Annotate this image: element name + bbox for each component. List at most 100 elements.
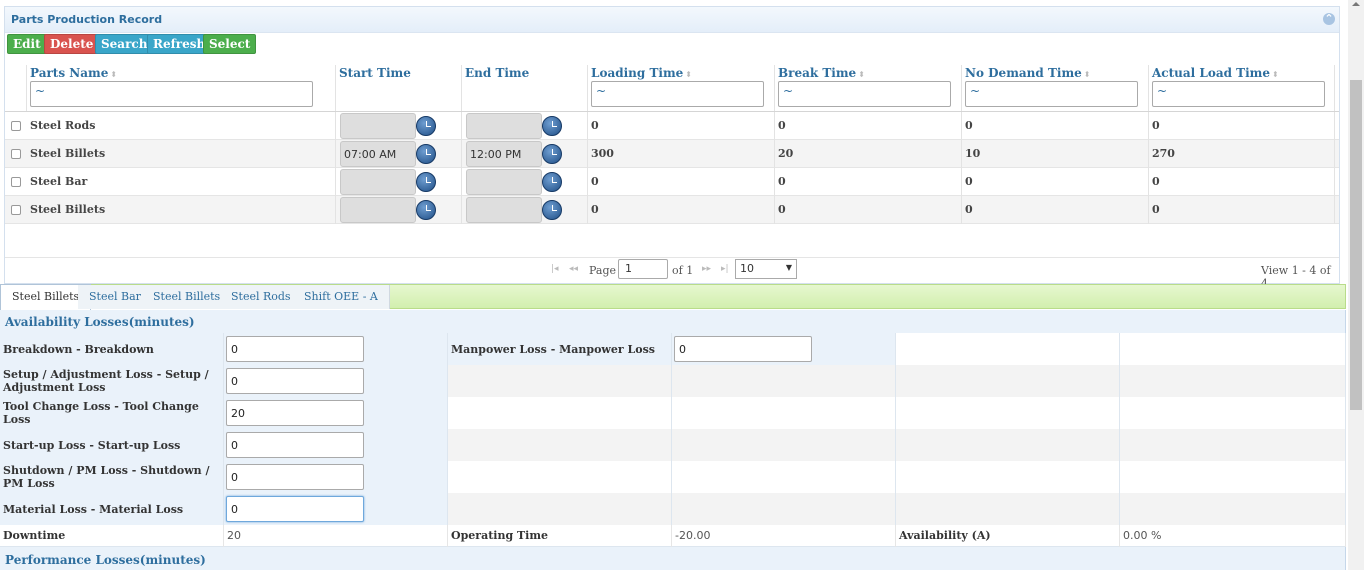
clock-icon[interactable]: [542, 200, 562, 220]
material-loss-input[interactable]: 0: [226, 496, 364, 522]
empty-cell: [672, 461, 896, 493]
collapse-icon[interactable]: ⌃: [1323, 13, 1335, 25]
last-page-icon[interactable]: ▸|: [721, 264, 729, 274]
loss-row: Shutdown / PM Loss - Shutdown / PM Loss …: [0, 461, 1346, 493]
start-time-input[interactable]: [340, 113, 416, 139]
empty-cell: [1120, 365, 1346, 397]
clock-icon[interactable]: [416, 200, 436, 220]
clock-icon[interactable]: [416, 144, 436, 164]
breakdown-input[interactable]: 0: [226, 336, 364, 362]
tab-steel-billets-2[interactable]: Steel Billets: [142, 285, 233, 309]
sort-icon[interactable]: ⬍: [1084, 69, 1091, 79]
tab-shift-oee-a[interactable]: Shift OEE - A: [293, 285, 390, 309]
empty-cell: [448, 493, 672, 525]
filter-actual-load-time[interactable]: ~: [1152, 81, 1325, 107]
empty-cell: [672, 365, 896, 397]
cell-start-time: [336, 168, 462, 196]
downtime-label: Downtime: [0, 525, 224, 547]
clock-icon[interactable]: [542, 172, 562, 192]
header-start-time-label: Start Time: [339, 66, 411, 80]
cell-end-time: [462, 196, 588, 224]
cell-loading-time: 0: [588, 112, 775, 140]
loss-label: Tool Change Loss - Tool Change Loss: [0, 397, 224, 429]
prev-page-icon[interactable]: ◂◂: [569, 264, 578, 274]
setup-adjustment-input[interactable]: 0: [226, 368, 364, 394]
panel-title: Parts Production Record: [11, 13, 163, 26]
filter-loading-time[interactable]: ~: [591, 81, 764, 107]
availability-label: Availability (A): [896, 525, 1120, 547]
table-row[interactable]: Steel Billets 07:00 AM 12:00 PM 300 20 1…: [5, 140, 1339, 168]
start-time-input[interactable]: [340, 197, 416, 223]
table-row[interactable]: Steel Billets 0 0 0 0: [5, 196, 1339, 224]
next-page-icon[interactable]: ▸▸: [702, 264, 711, 274]
loss-label: Setup / Adjustment Loss - Setup / Adjust…: [0, 365, 224, 397]
empty-cell: [448, 461, 672, 493]
scrollbar-thumb[interactable]: [1350, 80, 1362, 410]
first-page-icon[interactable]: |◂: [551, 264, 559, 274]
sort-icon[interactable]: ⬍: [858, 69, 865, 79]
start-time-input[interactable]: 07:00 AM: [340, 141, 416, 167]
end-time-input[interactable]: 12:00 PM: [466, 141, 542, 167]
row-checkbox[interactable]: [11, 121, 21, 131]
empty-cell: [1120, 493, 1346, 525]
availability-value: 0.00 %: [1120, 525, 1346, 547]
cell-start-time: [336, 112, 462, 140]
parts-production-panel: Parts Production Record ⌃ Edit Delete Se…: [4, 6, 1340, 290]
row-checkbox[interactable]: [11, 177, 21, 187]
select-part-button[interactable]: Select Part: [203, 34, 257, 69]
end-time-input[interactable]: [466, 169, 542, 195]
scroll-up-icon[interactable]: [1352, 2, 1360, 6]
row-checkbox[interactable]: [11, 205, 21, 215]
loss-row: Tool Change Loss - Tool Change Loss 20: [0, 397, 1346, 429]
filter-break-time[interactable]: ~: [778, 81, 951, 107]
clock-icon[interactable]: [416, 172, 436, 192]
rows-per-page-value: 10: [740, 262, 754, 275]
filter-no-demand-time[interactable]: ~: [965, 81, 1138, 107]
shutdown-pm-input[interactable]: 0: [226, 464, 364, 490]
cell-break-time: 0: [775, 168, 962, 196]
edit-button[interactable]: Edit: [7, 34, 47, 54]
cell-parts-name: Steel Rods: [27, 112, 336, 140]
start-time-input[interactable]: [340, 169, 416, 195]
end-time-input[interactable]: [466, 197, 542, 223]
cell-parts-name: Steel Bar: [27, 168, 336, 196]
cell-break-time: 0: [775, 112, 962, 140]
loss-label: Start-up Loss - Start-up Loss: [0, 429, 224, 461]
filter-parts-name[interactable]: ~: [30, 81, 313, 107]
tool-change-input[interactable]: 20: [226, 400, 364, 426]
vertical-scrollbar[interactable]: [1348, 0, 1364, 570]
refresh-button[interactable]: Refresh: [147, 34, 212, 54]
operating-time-label: Operating Time: [448, 525, 672, 547]
empty-cell: [896, 397, 1120, 429]
table-row[interactable]: Steel Rods 0 0 0 0: [5, 112, 1339, 140]
cell-loading-time: 300: [588, 140, 775, 168]
empty-cell: [1120, 397, 1346, 429]
start-up-input[interactable]: 0: [226, 432, 364, 458]
pager: |◂ ◂◂ Page 1 of 1 ▸▸ ▸| 10 ▼ View 1 - 4 …: [5, 257, 1339, 290]
empty-cell: [448, 365, 672, 397]
loss-value-cell: 0: [224, 461, 448, 493]
sort-icon[interactable]: ⬍: [685, 69, 692, 79]
header-loading-time-label: Loading Time: [591, 66, 684, 80]
clock-icon[interactable]: [416, 116, 436, 136]
sort-icon[interactable]: ⬍: [110, 69, 117, 79]
manpower-input[interactable]: 0: [674, 336, 812, 362]
cell-actual-load-time: 0: [1149, 112, 1335, 140]
empty-cell: [1120, 429, 1346, 461]
clock-icon[interactable]: [542, 116, 562, 136]
row-checkbox[interactable]: [11, 149, 21, 159]
cell-parts-name: Steel Billets: [27, 196, 336, 224]
table-row[interactable]: Steel Bar 0 0 0 0: [5, 168, 1339, 196]
rows-per-page-select[interactable]: 10 ▼: [735, 259, 797, 279]
delete-button[interactable]: Delete: [44, 34, 100, 54]
empty-cell: [672, 429, 896, 461]
page-number-input[interactable]: 1: [618, 259, 668, 279]
sort-icon[interactable]: ⬍: [1272, 69, 1279, 79]
clock-icon[interactable]: [542, 144, 562, 164]
tab-steel-rods[interactable]: Steel Rods: [220, 285, 303, 309]
operating-time-value: -20.00: [672, 525, 896, 547]
search-button[interactable]: Search: [95, 34, 154, 54]
chevron-down-icon: ▼: [785, 263, 792, 272]
cell-parts-name: Steel Billets: [27, 140, 336, 168]
end-time-input[interactable]: [466, 113, 542, 139]
